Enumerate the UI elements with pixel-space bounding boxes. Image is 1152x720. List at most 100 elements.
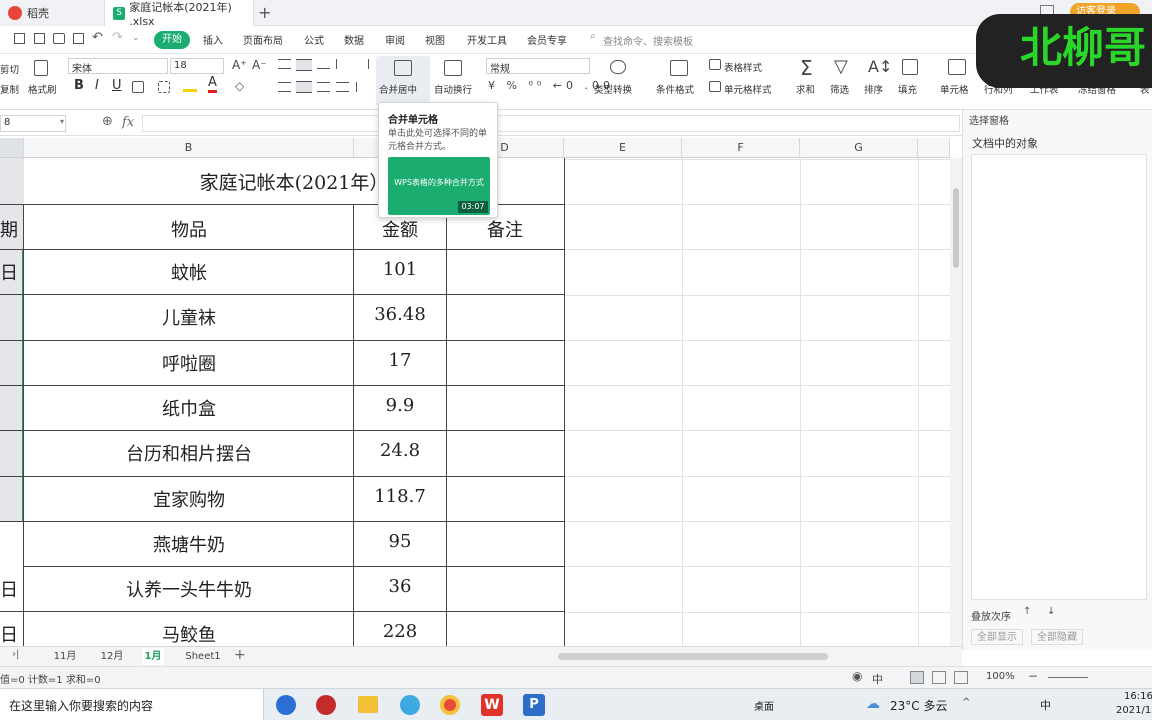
- name-box[interactable]: 8: [0, 115, 66, 132]
- add-sheet-button[interactable]: +: [234, 647, 246, 663]
- clock-time[interactable]: 16:16: [1124, 691, 1152, 702]
- fill-color-icon[interactable]: [183, 80, 197, 92]
- table-row[interactable]: 纸巾盒 9.9: [0, 385, 564, 430]
- row-item[interactable]: 纸巾盒: [24, 395, 354, 421]
- sort-icon[interactable]: A↕: [868, 57, 892, 76]
- font-color-icon[interactable]: A: [208, 76, 217, 93]
- sort-button[interactable]: 排序: [864, 82, 883, 96]
- normal-view-icon[interactable]: [910, 671, 924, 684]
- convert-icon[interactable]: [610, 60, 626, 74]
- tab-data[interactable]: 数据: [344, 32, 364, 47]
- zoom-icon[interactable]: ⊕: [102, 114, 113, 129]
- zoom-level[interactable]: 100%: [986, 671, 1015, 682]
- table-row[interactable]: 燕塘牛奶 95: [0, 521, 564, 566]
- row-amount[interactable]: 101: [354, 259, 446, 280]
- show-all-button[interactable]: 全部显示: [971, 629, 1023, 645]
- border-icon[interactable]: [132, 81, 144, 93]
- chevron-down-icon[interactable]: ⌄: [132, 33, 140, 43]
- header-note[interactable]: 备注: [446, 216, 564, 242]
- tooltip-video[interactable]: WPS表格的多种合并方式 03:07: [388, 157, 490, 215]
- distribute-icon[interactable]: [356, 82, 369, 92]
- italic-icon[interactable]: I: [95, 78, 99, 93]
- row-amount[interactable]: 17: [354, 350, 446, 371]
- table-row[interactable]: 台历和相片摆台 24.8: [0, 430, 564, 475]
- align-right-icon[interactable]: [317, 82, 330, 92]
- row-note[interactable]: [446, 521, 564, 566]
- preview-icon[interactable]: [73, 33, 84, 44]
- align-middle-icon[interactable]: [296, 59, 312, 71]
- filter-button[interactable]: 筛选: [830, 82, 849, 96]
- tab-file[interactable]: S 家庭记帐本(2021年) .xlsx: [104, 0, 254, 28]
- table-style-button[interactable]: 表格样式: [724, 60, 762, 74]
- cell-button[interactable]: 单元格: [940, 82, 969, 96]
- scrollbar-thumb[interactable]: [953, 188, 959, 268]
- column-header-b[interactable]: B: [24, 138, 354, 158]
- prev-sheet-icon[interactable]: ›|: [12, 649, 19, 660]
- tab-insert[interactable]: 插入: [203, 32, 223, 47]
- table-row[interactable]: 宜家购物 118.7: [0, 476, 564, 521]
- tab-start[interactable]: 开始: [154, 31, 190, 49]
- table-style-icon[interactable]: [709, 59, 721, 70]
- row-note[interactable]: [446, 611, 564, 646]
- move-up-icon[interactable]: ↑: [1023, 606, 1031, 617]
- search-icon[interactable]: ⌕: [590, 31, 596, 42]
- redo-icon[interactable]: ↷: [112, 30, 123, 45]
- row-date[interactable]: 日: [0, 621, 24, 646]
- sum-button[interactable]: 求和: [796, 82, 815, 96]
- tab-formula[interactable]: 公式: [304, 32, 324, 47]
- align-bottom-icon[interactable]: [317, 59, 330, 69]
- row-item[interactable]: 马鲛鱼: [24, 621, 354, 646]
- table-row[interactable]: 呼啦圈 17: [0, 340, 564, 385]
- objects-list[interactable]: [971, 154, 1147, 600]
- tab-review[interactable]: 审阅: [385, 32, 405, 47]
- row-note[interactable]: [446, 430, 564, 475]
- eye-icon[interactable]: ◉: [852, 669, 862, 683]
- column-header-a[interactable]: [0, 138, 24, 158]
- new-tab-button[interactable]: +: [258, 3, 271, 22]
- export-icon[interactable]: [34, 33, 45, 44]
- column-header-f[interactable]: F: [682, 138, 800, 158]
- row-note[interactable]: [446, 249, 564, 294]
- column-header-e[interactable]: E: [564, 138, 682, 158]
- conditional-format-button[interactable]: 条件格式: [656, 82, 694, 96]
- column-header-h[interactable]: [918, 138, 950, 158]
- row-note[interactable]: [446, 385, 564, 430]
- row-note[interactable]: [446, 566, 564, 611]
- conditional-format-icon[interactable]: [670, 60, 688, 76]
- sum-icon[interactable]: Σ: [800, 56, 813, 80]
- font-size-select[interactable]: 18: [170, 58, 224, 74]
- justify-icon[interactable]: [336, 82, 349, 92]
- outdent-icon[interactable]: [356, 59, 369, 69]
- sheet-tab[interactable]: 11月: [48, 648, 82, 665]
- row-item[interactable]: 蚊帐: [24, 259, 354, 285]
- row-item[interactable]: 呼啦圈: [24, 350, 354, 376]
- tab-member[interactable]: 会员专享: [527, 32, 567, 47]
- wps-presentation-icon[interactable]: P: [523, 694, 545, 716]
- formula-input[interactable]: [142, 115, 960, 132]
- weather-text[interactable]: 23°C 多云: [890, 697, 947, 714]
- tab-view[interactable]: 视图: [425, 32, 445, 47]
- fill-button[interactable]: 填充: [898, 82, 917, 96]
- row-item[interactable]: 儿童袜: [24, 304, 354, 330]
- row-amount[interactable]: 118.7: [354, 486, 446, 507]
- header-item[interactable]: 物品: [24, 216, 354, 242]
- zoom-slider[interactable]: [1048, 677, 1088, 678]
- row-item[interactable]: 燕塘牛奶: [24, 531, 354, 557]
- sheet-tab[interactable]: Sheet1: [184, 648, 222, 665]
- format-painter-button[interactable]: 格式刷: [28, 82, 57, 96]
- print-icon[interactable]: [53, 33, 65, 44]
- save-icon[interactable]: [14, 33, 25, 44]
- table-row[interactable]: 日马鲛鱼 228: [0, 611, 564, 646]
- chevron-down-icon[interactable]: ▾: [60, 117, 64, 126]
- table-row[interactable]: 日认养一头牛牛奶 36: [0, 566, 564, 611]
- cell-style-format-icon[interactable]: [709, 81, 721, 92]
- move-down-icon[interactable]: ↓: [1047, 606, 1055, 617]
- folder-icon[interactable]: [358, 696, 378, 713]
- cell-icon[interactable]: [948, 59, 966, 75]
- row-date[interactable]: 日: [0, 576, 24, 602]
- fill-icon[interactable]: [902, 59, 918, 75]
- desktop-label[interactable]: 桌面: [754, 698, 774, 713]
- sheet-tab[interactable]: 12月: [95, 648, 129, 665]
- header-date[interactable]: 期: [0, 216, 24, 242]
- header-amount[interactable]: 金额: [354, 216, 446, 242]
